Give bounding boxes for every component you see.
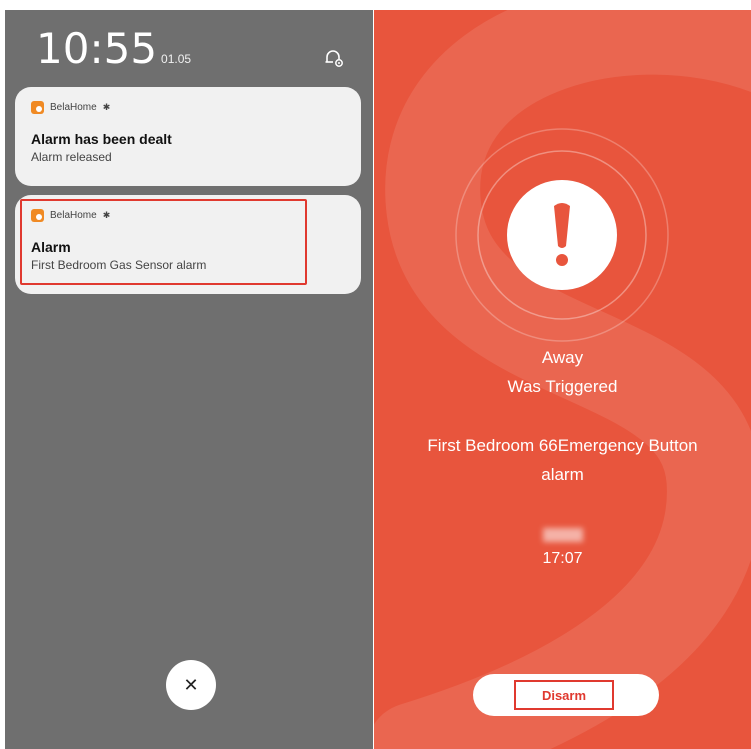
alert-badge (507, 180, 617, 290)
alarm-device-line1: First Bedroom 66Emergency Button (427, 436, 698, 455)
close-icon: ✕ (183, 674, 199, 695)
belahome-logo-icon (31, 101, 44, 114)
alarm-device-line2: alarm (541, 465, 584, 484)
notification-body: Alarm released (31, 150, 112, 164)
alarm-mode: Away (541, 348, 584, 367)
notification-app-name: BelaHome (50, 102, 97, 113)
alarm-status: Was Triggered (507, 377, 618, 396)
notification-card[interactable]: BelaHome ✱ Alarm has been dealt Alarm re… (15, 87, 361, 186)
highlight-annotation (20, 199, 307, 285)
notification-app-row: BelaHome ✱ (31, 101, 110, 114)
alarm-device: First Bedroom 66Emergency Button alarm (374, 431, 751, 489)
alarm-screen: Away Was Triggered First Bedroom 66Emerg… (374, 10, 751, 749)
bell-gear-icon[interactable] (322, 46, 346, 70)
alarm-time: 17:07 (542, 550, 583, 567)
lockscreen-clock: 10:55 01.05 (36, 24, 191, 73)
redacted-date (374, 527, 751, 547)
clock-date: 01.05 (161, 52, 192, 66)
clock-time: 10:55 (36, 24, 158, 73)
close-button[interactable]: ✕ (166, 660, 216, 710)
siren-icon: ✱ (102, 102, 111, 112)
exclamation-icon (554, 203, 570, 266)
notification-shade: 10:55 01.05 BelaHome ✱ Alarm has been dea… (5, 10, 373, 749)
notification-title: Alarm has been dealt (31, 131, 172, 147)
disarm-label: Disarm (514, 680, 614, 710)
disarm-button[interactable]: Disarm (473, 674, 659, 716)
